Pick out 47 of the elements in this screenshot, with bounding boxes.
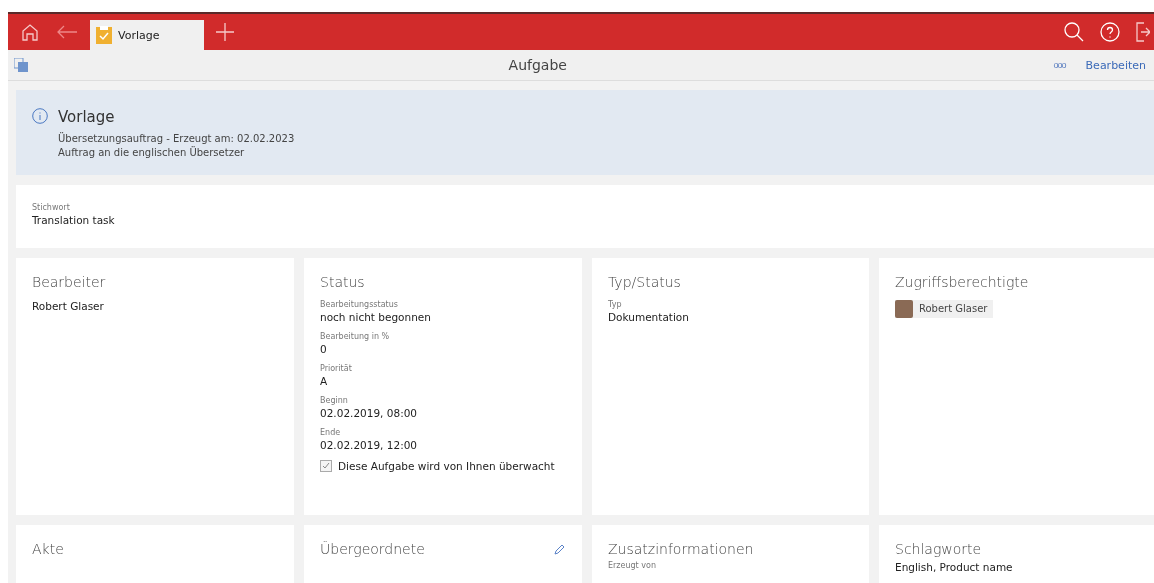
- document-tab[interactable]: Vorlage: [90, 20, 204, 50]
- field-value: A: [320, 375, 329, 387]
- field-label: Erzeugt von: [608, 561, 657, 570]
- person-chip[interactable]: Robert Glaser: [895, 300, 994, 318]
- card-title: Schlagworte: [895, 541, 982, 557]
- checkmark-icon: [322, 462, 330, 470]
- avatar-placeholder: [895, 300, 913, 318]
- card-title: Übergeordnete: [320, 541, 425, 557]
- card-title: Status: [320, 274, 365, 290]
- info-text: Übersetzungsauftrag - Erzeugt am: 02.02.2023: [58, 132, 295, 146]
- help-icon: [1100, 22, 1120, 42]
- page-title: Aufgabe: [507, 57, 568, 73]
- card-title: Typ/Status: [608, 274, 681, 290]
- clipboard-icon: [96, 26, 112, 44]
- field-label: Bearbeitung in %: [320, 332, 391, 341]
- card-title: Zusatzinformationen: [608, 541, 754, 557]
- info-icon: [32, 108, 48, 124]
- field-label: Stichwort: [32, 203, 71, 212]
- field-label: Priorität: [320, 364, 353, 373]
- field-value: 02.02.2019, 12:00: [320, 439, 419, 451]
- documents-icon[interactable]: [14, 58, 28, 72]
- more-button[interactable]: ooo: [1047, 59, 1072, 71]
- plus-icon: [216, 23, 234, 41]
- pencil-icon[interactable]: [554, 543, 566, 555]
- field-value: 02.02.2019, 08:00: [320, 407, 419, 419]
- field-label: Ende: [320, 428, 342, 437]
- field-value: Translation task: [32, 214, 116, 226]
- field-value: Dokumentation: [608, 311, 690, 323]
- home-icon: [20, 22, 40, 42]
- search-icon: [1064, 22, 1084, 42]
- field-label: Bearbeitungsstatus: [320, 300, 399, 309]
- edit-link[interactable]: Bearbeiten: [1085, 58, 1146, 72]
- back-arrow-icon: [56, 24, 78, 40]
- info-title: Vorlage: [58, 108, 116, 126]
- card-title: Zugriffsberechtigte: [895, 274, 1029, 290]
- checkbox[interactable]: [320, 460, 332, 472]
- logout-icon: [1136, 22, 1150, 42]
- card-title: Akte: [32, 541, 64, 557]
- field-value: 0: [320, 343, 328, 355]
- checkbox-label: Diese Aufgabe wird von Ihnen überwacht: [338, 460, 555, 472]
- info-text: Auftrag an die englischen Übersetzer: [58, 146, 246, 160]
- field-value: noch nicht begonnen: [320, 311, 432, 323]
- field-value: Robert Glaser: [32, 300, 105, 312]
- field-value: English, Product name: [895, 561, 1014, 573]
- field-label: Beginn: [320, 396, 349, 405]
- card-title: Bearbeiter: [32, 274, 106, 290]
- field-label: Typ: [608, 300, 623, 309]
